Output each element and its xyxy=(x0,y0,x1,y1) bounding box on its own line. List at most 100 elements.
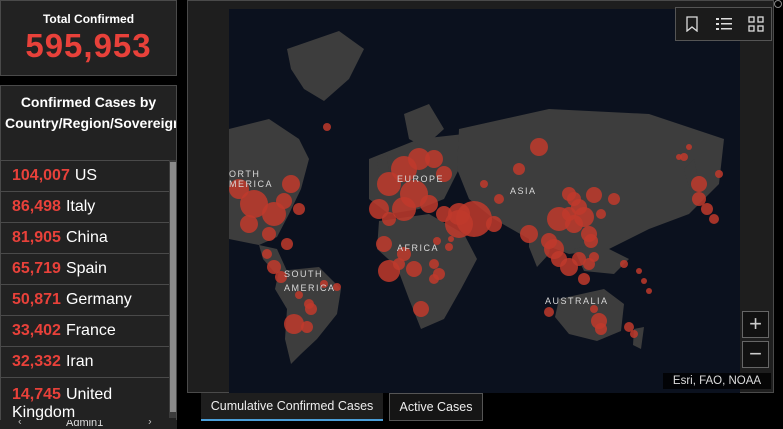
tab-active-cases[interactable]: Active Cases xyxy=(389,393,483,421)
country-name: Italy xyxy=(65,198,96,215)
case-bubble[interactable] xyxy=(429,259,439,269)
case-bubble[interactable] xyxy=(686,144,692,150)
total-confirmed-value: 595,953 xyxy=(25,27,152,64)
list-item[interactable]: 33,402 France xyxy=(1,315,169,346)
window-corner-icon[interactable] xyxy=(774,0,782,8)
case-bubble[interactable] xyxy=(284,314,304,334)
total-confirmed-label: Total Confirmed xyxy=(42,12,135,26)
case-bubble[interactable] xyxy=(281,238,293,250)
case-bubble[interactable] xyxy=(646,288,652,294)
case-bubble[interactable] xyxy=(420,195,438,213)
map-label-north-america: ORTH MERICA xyxy=(229,169,274,189)
case-bubble[interactable] xyxy=(282,175,300,193)
case-bubble[interactable] xyxy=(709,214,719,224)
case-bubble[interactable] xyxy=(323,123,331,131)
case-bubble[interactable] xyxy=(480,180,488,188)
case-bubble[interactable] xyxy=(701,203,713,215)
case-bubble[interactable] xyxy=(301,321,313,333)
case-count: 86,498 xyxy=(12,198,61,215)
list-item[interactable]: 50,871 Germany xyxy=(1,284,169,315)
list-scrollbar[interactable] xyxy=(169,160,176,418)
country-name: US xyxy=(74,167,98,184)
land-masses xyxy=(229,31,724,364)
map-label-asia: ASIA xyxy=(510,186,537,196)
case-bubble[interactable] xyxy=(376,236,392,252)
legend-list-icon[interactable] xyxy=(708,8,740,40)
case-bubble[interactable] xyxy=(448,236,454,242)
chevron-right-icon[interactable]: › xyxy=(148,420,152,428)
case-bubble[interactable] xyxy=(676,154,682,160)
admin-level-pager: ‹ Admin1 › xyxy=(0,420,177,429)
bookmark-icon[interactable] xyxy=(676,8,708,40)
list-item[interactable]: 14,745 United Kingdom xyxy=(1,377,169,420)
list-item[interactable]: 86,498 Italy xyxy=(1,191,169,222)
case-bubble[interactable] xyxy=(429,274,439,284)
case-bubble[interactable] xyxy=(544,307,554,317)
case-bubble[interactable] xyxy=(262,249,272,259)
basemap-gallery-icon[interactable] xyxy=(740,8,772,40)
case-bubble[interactable] xyxy=(636,268,642,274)
case-bubble[interactable] xyxy=(620,260,628,268)
case-bubble[interactable] xyxy=(608,193,620,205)
case-bubble[interactable] xyxy=(630,330,638,338)
case-bubble[interactable] xyxy=(590,305,598,313)
case-count: 65,719 xyxy=(12,260,61,277)
case-bubble[interactable] xyxy=(406,261,422,277)
case-bubble[interactable] xyxy=(382,212,396,226)
map-label-australia: AUSTRALIA xyxy=(545,296,609,306)
map-canvas[interactable] xyxy=(229,9,740,393)
world-map[interactable]: ORTH MERICA EUROPE ASIA AFRICA SOUTH AMERI… xyxy=(229,9,740,393)
case-bubble[interactable] xyxy=(565,215,583,233)
tab-cumulative-confirmed-cases[interactable]: Cumulative Confirmed Cases xyxy=(201,393,383,421)
case-bubble[interactable] xyxy=(413,301,429,317)
case-bubble[interactable] xyxy=(262,227,276,241)
case-bubble[interactable] xyxy=(445,243,453,251)
case-bubble[interactable] xyxy=(641,278,647,284)
case-bubble[interactable] xyxy=(691,176,707,192)
country-name: China xyxy=(65,229,108,246)
case-bubble[interactable] xyxy=(494,194,504,204)
list-item[interactable]: 104,007 US xyxy=(1,160,169,191)
case-bubble[interactable] xyxy=(715,170,723,178)
zoom-control: + − xyxy=(742,311,771,371)
case-count: 81,905 xyxy=(12,229,61,246)
zoom-in-button[interactable]: + xyxy=(742,311,769,338)
case-bubble[interactable] xyxy=(240,215,258,233)
country-list-title: Confirmed Cases by Country/Region/Sovere… xyxy=(5,94,177,131)
case-bubble[interactable] xyxy=(276,193,292,209)
case-bubble[interactable] xyxy=(530,138,548,156)
case-bubble[interactable] xyxy=(293,203,305,215)
case-bubble[interactable] xyxy=(425,150,443,168)
country-list-panel: Confirmed Cases by Country/Region/Sovere… xyxy=(0,85,177,421)
case-count: 50,871 xyxy=(12,291,61,308)
list-item[interactable]: 81,905 China xyxy=(1,222,169,253)
map-toolbar xyxy=(675,7,772,41)
case-bubble[interactable] xyxy=(486,216,502,232)
list-item[interactable]: 32,332 Iran xyxy=(1,346,169,377)
case-count: 33,402 xyxy=(12,322,61,339)
country-name: Spain xyxy=(65,260,107,277)
list-item[interactable]: 65,719 Spain xyxy=(1,253,169,284)
case-bubble[interactable] xyxy=(596,209,606,219)
case-bubble[interactable] xyxy=(513,163,525,175)
case-bubble[interactable] xyxy=(578,273,590,285)
case-count: 14,745 xyxy=(12,386,61,403)
case-bubble[interactable] xyxy=(305,303,317,315)
case-bubble[interactable] xyxy=(378,260,400,282)
case-count: 104,007 xyxy=(12,167,70,184)
chevron-left-icon[interactable]: ‹ xyxy=(18,420,22,428)
case-bubble[interactable] xyxy=(584,234,598,248)
case-bubble[interactable] xyxy=(586,187,602,203)
case-bubble[interactable] xyxy=(562,187,576,201)
admin-level-label: Admin1 xyxy=(66,420,104,429)
case-bubble[interactable] xyxy=(445,210,473,238)
zoom-out-button[interactable]: − xyxy=(742,341,769,368)
case-bubble[interactable] xyxy=(589,252,599,262)
case-count: 32,332 xyxy=(12,353,61,370)
map-attribution: Esri, FAO, NOAA xyxy=(663,373,771,389)
scrollbar-thumb[interactable] xyxy=(170,162,176,412)
case-bubble[interactable] xyxy=(520,225,538,243)
country-name: France xyxy=(65,322,116,339)
case-bubble[interactable] xyxy=(595,323,607,335)
country-name: Iran xyxy=(65,353,94,370)
